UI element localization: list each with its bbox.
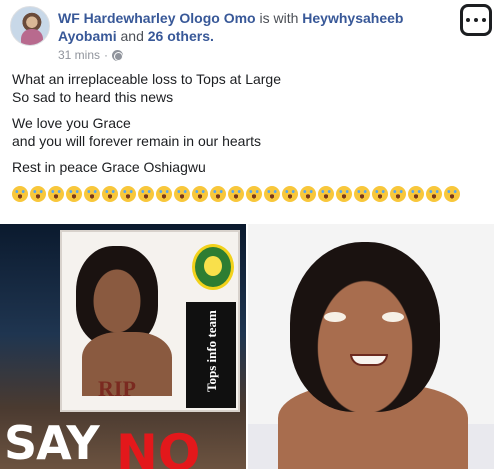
ellipsis-icon-dot: [466, 18, 470, 22]
ellipsis-icon-dot: [482, 18, 486, 22]
team-banner: Tops info team: [186, 302, 236, 408]
others-link[interactable]: 26 others.: [148, 28, 214, 44]
post-paragraph: Rest in peace Grace Oshiagwu: [12, 158, 486, 176]
crying-face-icon: [264, 185, 280, 202]
post-line: and you will forever remain in our heart…: [12, 133, 262, 149]
post-paragraph: What an irreplaceable loss to Tops at La…: [12, 70, 486, 106]
crying-face-icon: [282, 185, 298, 202]
portrait: [76, 246, 158, 346]
avatar[interactable]: [10, 6, 50, 46]
with-text: is with: [259, 10, 299, 26]
crying-face-icon: [444, 185, 460, 202]
crying-face-icon: [156, 185, 172, 202]
crying-face-icon: [246, 185, 262, 202]
and-text: and: [120, 28, 144, 44]
crying-face-icon: [30, 185, 46, 202]
no-text: NO: [116, 424, 201, 469]
memorial-card: RIP Tops info team: [60, 230, 240, 412]
crying-face-icon: [336, 185, 352, 202]
post-line: We love you Grace: [12, 115, 131, 131]
portrait-mouth: [350, 354, 388, 366]
crying-face-icon: [300, 185, 316, 202]
crying-face-icon: [84, 185, 100, 202]
meta-separator: ·: [104, 48, 109, 62]
post-paragraph: We love you Grace and you will forever r…: [12, 114, 486, 150]
photo-grid: RIP Tops info team SAY NO: [0, 224, 494, 469]
emoji-row: [12, 184, 480, 202]
more-options-button[interactable]: [460, 4, 492, 36]
crying-face-icon: [210, 185, 226, 202]
post-line: What an irreplaceable loss to Tops at La…: [12, 71, 282, 87]
ellipsis-icon-dot: [474, 18, 478, 22]
photo-left[interactable]: RIP Tops info team SAY NO: [0, 224, 246, 469]
crying-face-icon: [318, 185, 334, 202]
crying-face-icon: [138, 185, 154, 202]
crying-face-icon: [12, 185, 28, 202]
crying-face-icon: [174, 185, 190, 202]
portrait: [290, 242, 440, 412]
globe-icon[interactable]: [112, 49, 124, 61]
crying-face-icon: [120, 185, 136, 202]
post-line: So sad to heard this news: [12, 89, 174, 105]
author-link[interactable]: WF Hardewharley Ologo Omo: [58, 10, 256, 26]
post-header: WF Hardewharley Ologo Omo is with Heywhy…: [10, 4, 492, 62]
crying-face-icon: [390, 185, 406, 202]
crying-face-icon: [66, 185, 82, 202]
crying-face-icon: [48, 185, 64, 202]
rip-text: RIP: [98, 376, 136, 401]
crying-face-icon: [102, 185, 118, 202]
crying-face-icon: [228, 185, 244, 202]
crying-face-icon: [354, 185, 370, 202]
post-line: Rest in peace Grace Oshiagwu: [12, 159, 206, 175]
say-text: SAY: [4, 416, 100, 469]
team-text: Tops info team: [204, 310, 219, 392]
crying-face-icon: [426, 185, 442, 202]
photo-right[interactable]: [248, 224, 494, 469]
logo-icon: [192, 244, 234, 290]
crying-face-icon: [372, 185, 388, 202]
post-body: What an irreplaceable loss to Tops at La…: [12, 70, 486, 202]
post-attribution: WF Hardewharley Ologo Omo is with Heywhy…: [58, 9, 453, 45]
crying-face-icon: [408, 185, 424, 202]
crying-face-icon: [192, 185, 208, 202]
portrait-eyes: [320, 312, 408, 322]
timestamp[interactable]: 31 mins: [58, 48, 100, 62]
post-meta: 31 mins ·: [58, 48, 124, 62]
